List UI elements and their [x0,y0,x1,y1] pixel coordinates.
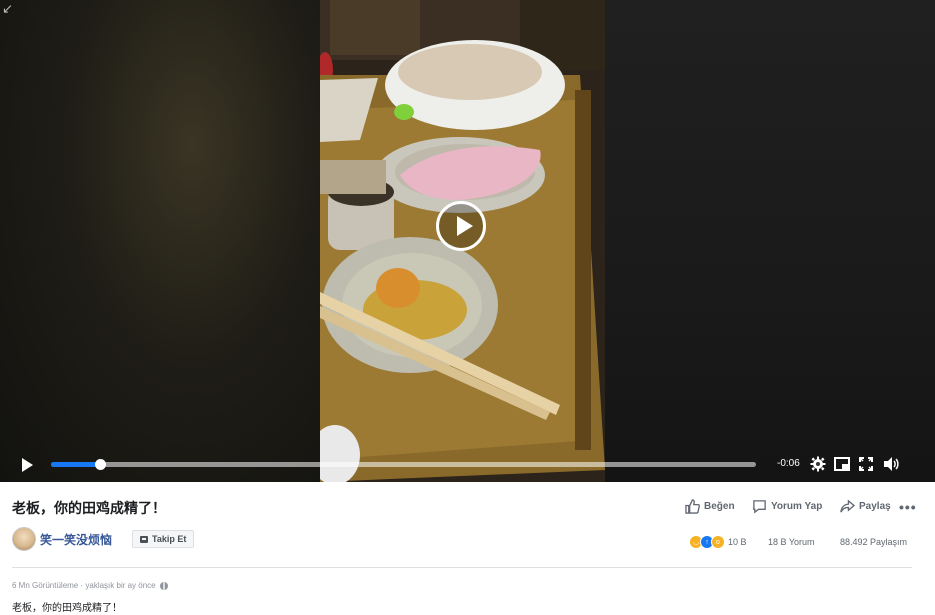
progress-bar[interactable] [51,459,756,470]
progress-played [51,462,101,467]
progress-scrubber[interactable] [95,459,107,470]
volume-icon[interactable] [883,456,899,472]
thumbs-up-icon [685,498,700,514]
post-description: 老板，你的田鸡成精了！ [12,603,122,614]
meta-separator: · [78,581,86,590]
player-controls: -0:06 [0,445,935,482]
reaction-count[interactable]: 10 B [728,537,747,547]
post-title: 老板，你的田鸡成精了！ [12,500,166,516]
reaction-icons[interactable]: ◡ ↑ o [689,535,725,549]
collapse-icon[interactable]: ↙ [2,2,16,16]
fullscreen-icon[interactable] [858,456,874,472]
wow-reaction-icon: o [711,535,725,549]
comment-count[interactable]: 18 B Yorum [768,537,815,547]
center-play-button[interactable] [436,201,486,251]
follow-label: Takip Et [152,534,187,544]
globe-icon [159,581,168,590]
post-timestamp[interactable]: yaklaşık bir ay önce [85,581,155,590]
blurred-backdrop-right [605,0,935,482]
share-button[interactable]: Paylaş [840,497,891,515]
comment-button[interactable]: Yorum Yap [752,497,822,515]
time-remaining: -0:06 [777,458,800,469]
page-name-link[interactable]: 笑一笑没烦恼 [40,531,112,548]
comment-label: Yorum Yap [771,500,823,512]
settings-gear-icon[interactable] [810,456,826,472]
share-icon [840,498,855,512]
play-icon [457,216,473,236]
video-player[interactable]: ↙ -0:06 [0,0,935,482]
follow-icon [140,535,148,543]
like-button[interactable]: Beğen [685,497,735,515]
share-count[interactable]: 88.492 Paylaşım [840,537,907,547]
view-count: 6 Mn Görüntüleme [12,581,79,590]
post-meta: 6 Mn Görüntüleme · yaklaşık bir ay önce [12,581,168,590]
page-avatar[interactable] [12,527,36,551]
follow-button[interactable]: Takip Et [132,530,195,548]
share-label: Paylaş [859,500,891,512]
comment-icon [753,499,766,513]
play-pause-button[interactable] [22,458,33,472]
picture-in-picture-icon[interactable] [834,456,850,472]
more-options-icon[interactable]: ••• [899,499,917,515]
blurred-backdrop-left [0,0,320,482]
like-label: Beğen [704,500,735,512]
divider [12,567,912,568]
